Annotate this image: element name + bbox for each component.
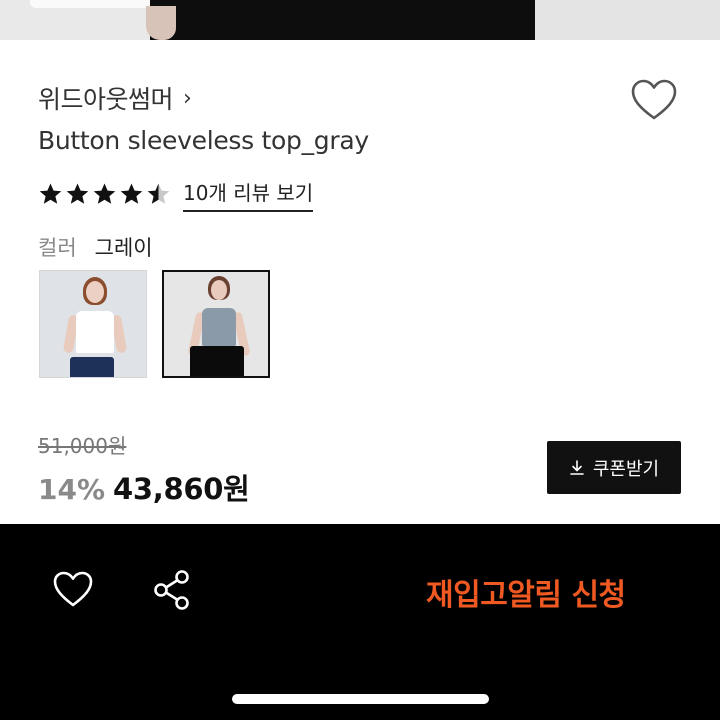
star-icon — [120, 183, 143, 204]
image-hand — [146, 6, 176, 40]
discount-rate: 14% — [38, 473, 106, 506]
coupon-button[interactable]: 쿠폰받기 — [547, 441, 681, 494]
color-value: 그레이 — [94, 236, 153, 260]
model-skirt — [190, 346, 244, 376]
heart-outline-icon[interactable] — [52, 570, 94, 608]
review-link[interactable]: 10개 리뷰 보기 — [183, 177, 314, 212]
price-row: 14% 43,860원 — [38, 466, 250, 508]
model-top — [202, 308, 236, 346]
star-icon — [39, 183, 62, 204]
download-icon — [570, 459, 584, 475]
model-top — [76, 311, 114, 353]
model-face — [211, 280, 227, 300]
star-icon — [147, 183, 170, 204]
color-option: 컬러 그레이 — [38, 232, 153, 262]
model-pants — [70, 357, 114, 377]
image-panel-right — [535, 0, 720, 40]
product-image[interactable] — [0, 0, 720, 40]
coupon-label: 쿠폰받기 — [592, 458, 660, 480]
rating-row: 10개 리뷰 보기 — [38, 177, 314, 212]
model-face — [86, 281, 104, 303]
star-rating — [38, 182, 171, 207]
product-title: Button sleeveless top_gray — [38, 126, 369, 155]
wishlist-heart-icon[interactable] — [630, 78, 678, 122]
bottom-action-bar — [0, 524, 720, 720]
chevron-right-icon: › — [183, 85, 192, 111]
color-swatch-white[interactable] — [39, 270, 147, 378]
restock-alert-button[interactable]: 재입고알림 신청 — [426, 570, 626, 614]
share-icon[interactable] — [152, 569, 192, 611]
star-icon — [93, 183, 116, 204]
color-label: 컬러 — [38, 236, 77, 260]
original-price: 51,000원 — [38, 434, 127, 458]
brand-link[interactable]: 위드아웃썸머 › — [38, 80, 192, 116]
image-panel-left — [0, 0, 246, 40]
sale-price: 43,860원 — [113, 472, 250, 506]
brand-name: 위드아웃썸머 — [38, 85, 174, 114]
star-icon — [66, 183, 89, 204]
color-swatch-gray[interactable] — [162, 270, 270, 378]
image-panel-mid — [150, 0, 535, 40]
home-indicator[interactable] — [232, 694, 489, 704]
